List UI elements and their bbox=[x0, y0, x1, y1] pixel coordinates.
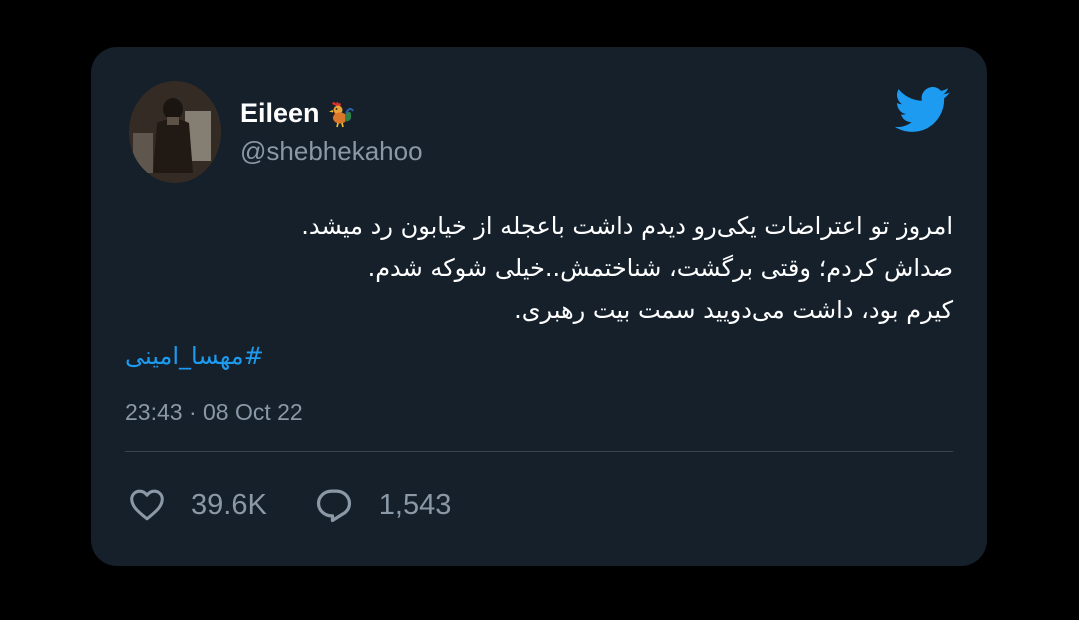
tweet-line: کیرم بود، داشت می‌دویید سمت بیت رهبری. bbox=[514, 296, 953, 324]
like-button[interactable]: 39.6K bbox=[129, 487, 267, 523]
tweet-card: Eileen @shebhekahoo امروز تو اعتراضات یک… bbox=[91, 47, 987, 566]
tweet-line: صداش کردم؛ وقتی برگشت، شناختمش..خیلی شوک… bbox=[367, 254, 953, 282]
divider bbox=[125, 451, 953, 452]
timestamp[interactable]: 23:43 · 08 Oct 22 bbox=[125, 397, 303, 427]
reply-count: 1,543 bbox=[378, 489, 452, 521]
like-count: 39.6K bbox=[191, 489, 267, 521]
display-name[interactable]: Eileen bbox=[240, 97, 320, 129]
reply-button[interactable]: 1,543 bbox=[315, 487, 452, 523]
screenshot-stage: Eileen @shebhekahoo امروز تو اعتراضات یک… bbox=[0, 0, 1079, 620]
action-bar: 39.6K 1,543 bbox=[129, 487, 451, 523]
tweet-line: امروز تو اعتراضات یکی‌رو دیدم داشت باعجل… bbox=[301, 212, 953, 240]
user-handle[interactable]: @shebhekahoo bbox=[240, 135, 423, 167]
tweet-text: امروز تو اعتراضات یکی‌رو دیدم داشت باعجل… bbox=[153, 205, 953, 331]
comment-icon bbox=[315, 488, 353, 522]
heart-icon bbox=[129, 489, 165, 521]
display-name-row[interactable]: Eileen bbox=[240, 97, 354, 129]
twitter-logo bbox=[894, 87, 951, 133]
rooster-icon bbox=[324, 98, 354, 128]
hashtag-link[interactable]: #مهسا_امینی bbox=[125, 339, 264, 373]
avatar[interactable] bbox=[129, 81, 221, 183]
